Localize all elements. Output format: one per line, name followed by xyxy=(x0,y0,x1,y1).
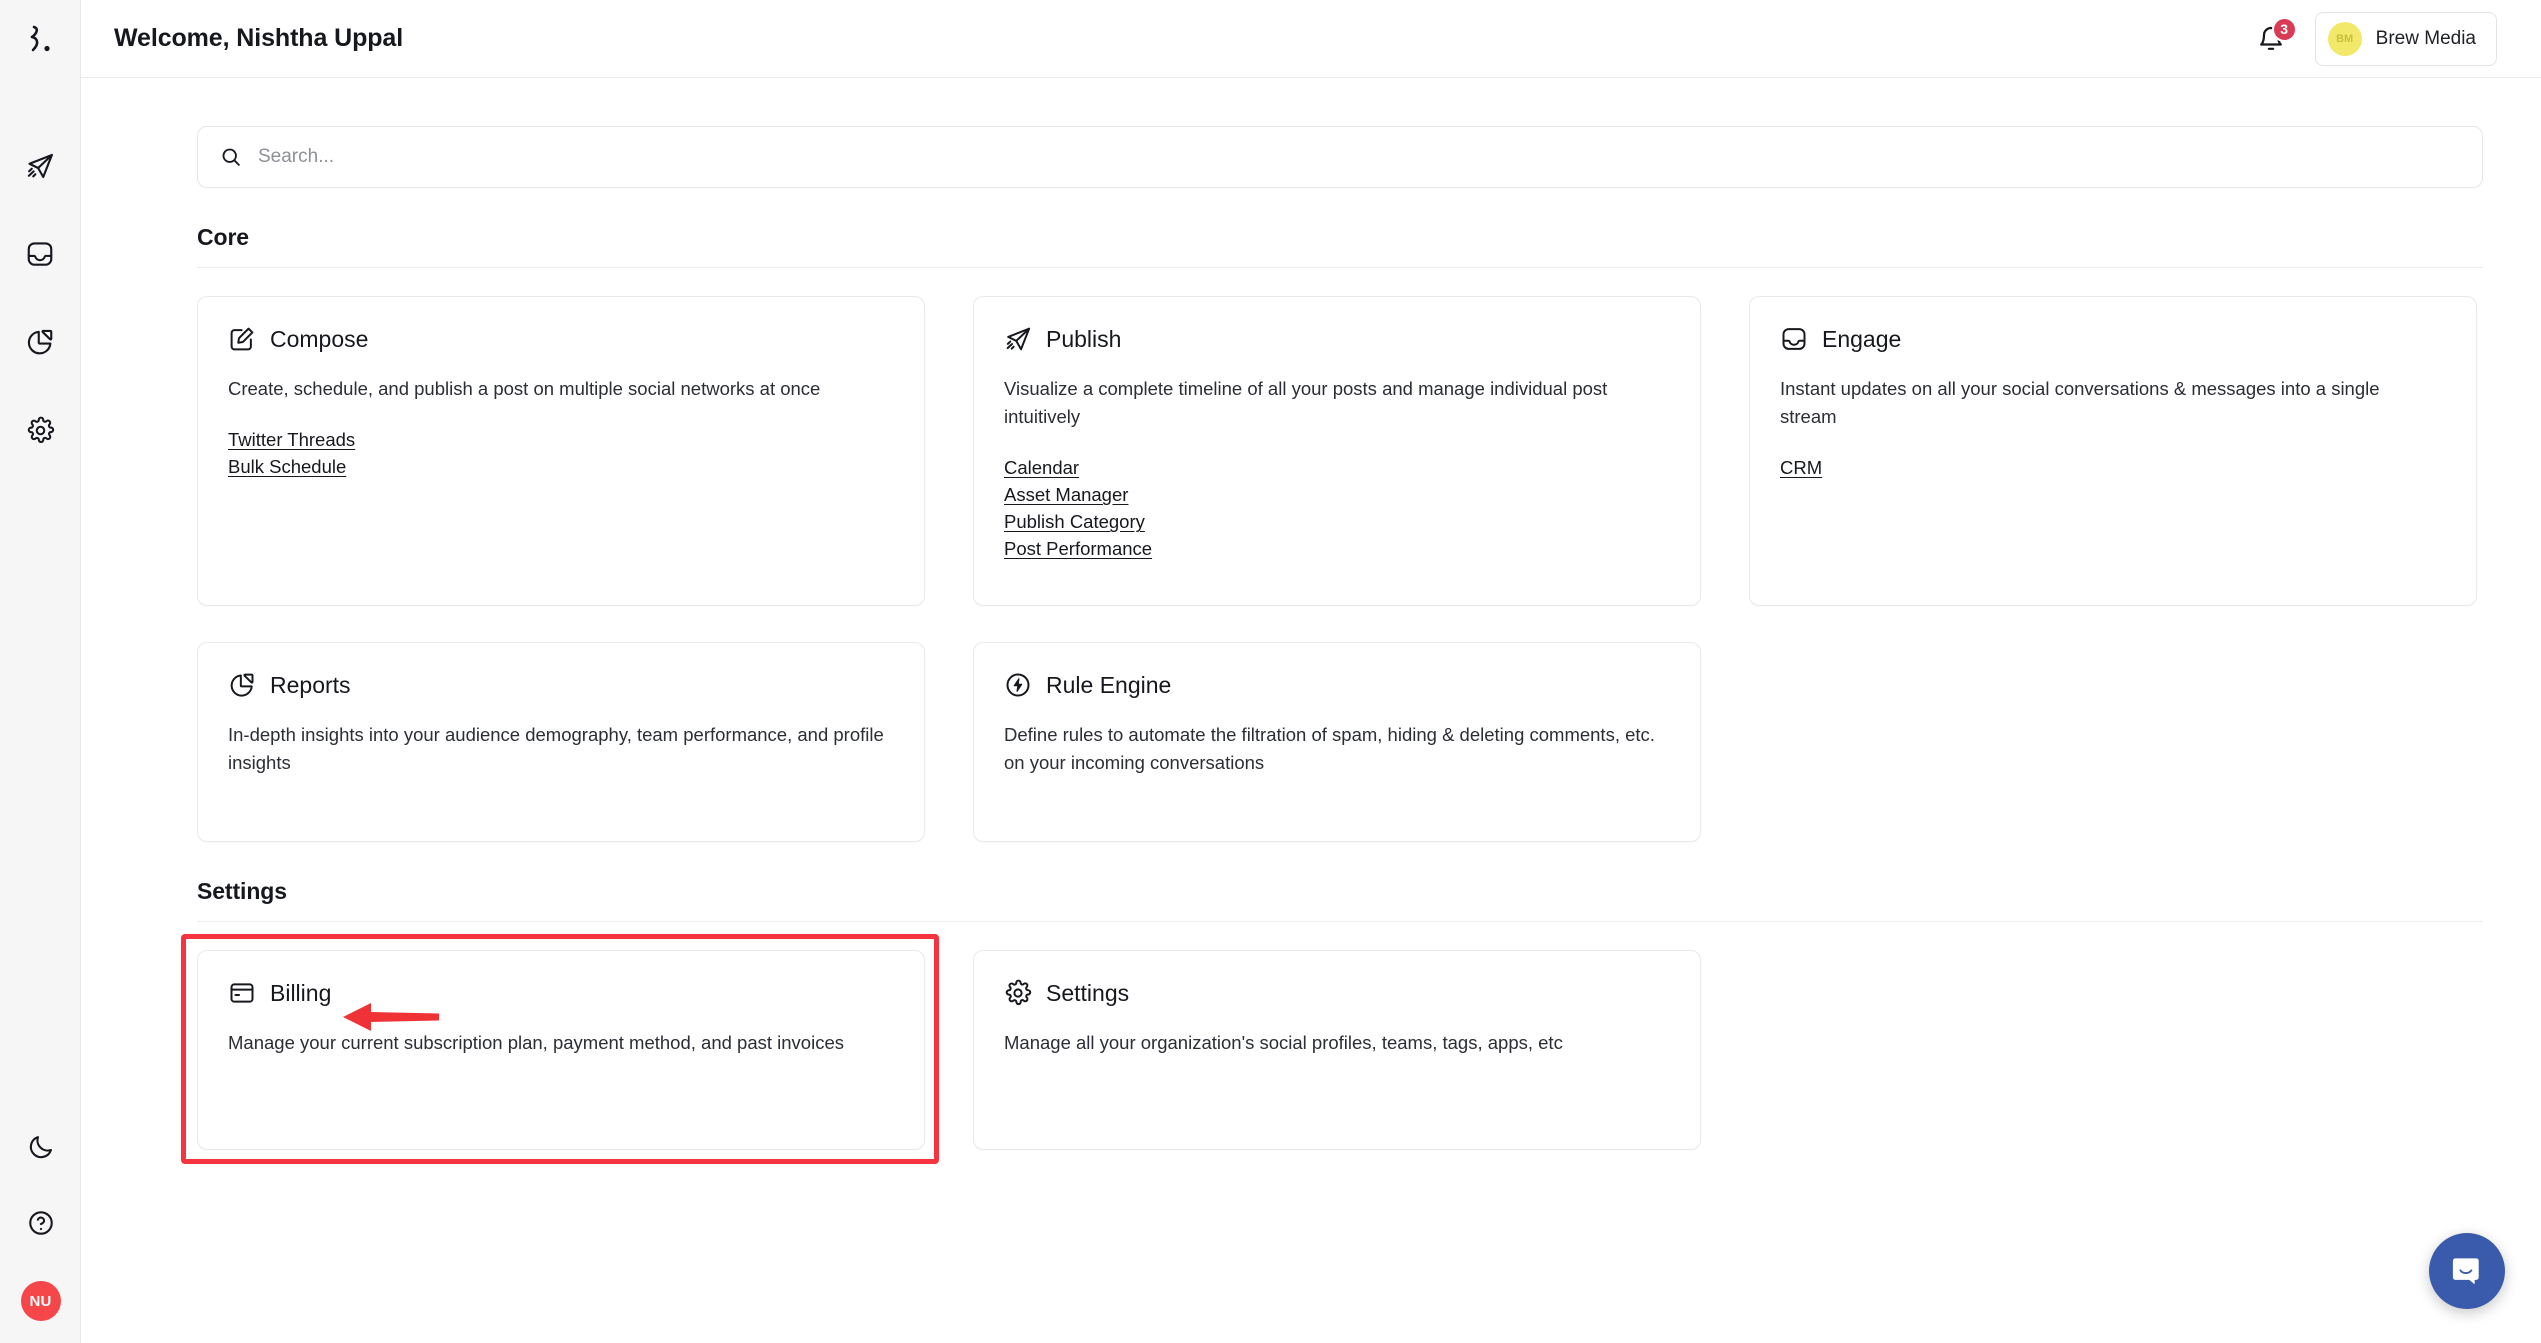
notifications-button[interactable]: 3 xyxy=(2253,16,2297,57)
chat-bubble-icon xyxy=(2452,1258,2479,1285)
page-content: Core Compose Create, schedule, and publi… xyxy=(81,78,2541,1164)
question-circle-icon xyxy=(28,1211,53,1235)
section-title-core: Core xyxy=(197,224,250,250)
link-calendar[interactable]: Calendar xyxy=(1004,457,1079,479)
billing-card-wrapper: Billing Manage your current subscription… xyxy=(181,934,939,1164)
card-header: Rule Engine xyxy=(1004,671,1670,699)
section-core: Core Compose Create, schedule, and publi… xyxy=(197,224,2483,842)
card-billing[interactable]: Billing Manage your current subscription… xyxy=(197,950,925,1150)
card-title: Settings xyxy=(1046,979,1130,1006)
top-header: Welcome, Nishtha Uppal 3 BM Brew Media xyxy=(81,0,2541,78)
pie-chart-icon xyxy=(230,673,254,697)
sidebar-item-help[interactable] xyxy=(17,1205,65,1241)
section-divider xyxy=(197,267,2483,268)
card-header: Billing xyxy=(228,979,894,1007)
settings-card-grid: Billing Manage your current subscription… xyxy=(181,934,2483,1164)
org-name: Brew Media xyxy=(2375,27,2476,49)
card-engage[interactable]: Engage Instant updates on all your socia… xyxy=(1749,296,2477,606)
card-compose[interactable]: Compose Create, schedule, and publish a … xyxy=(197,296,925,606)
header-right-group: 3 BM Brew Media xyxy=(2253,11,2497,66)
sidebar-item-reports[interactable] xyxy=(16,324,64,360)
card-title: Compose xyxy=(270,325,369,352)
global-search[interactable] xyxy=(197,126,2483,188)
gear-icon xyxy=(1005,979,1032,1006)
inbox-icon xyxy=(1782,328,1806,350)
sidebar-item-publish[interactable] xyxy=(16,148,64,184)
card-description: Define rules to automate the filtration … xyxy=(1004,724,1655,774)
card-title: Rule Engine xyxy=(1046,671,1172,698)
card-title: Billing xyxy=(270,979,332,1006)
paper-plane-icon xyxy=(1006,327,1031,351)
sidebar-item-settings[interactable] xyxy=(16,412,64,448)
link-twitter-threads[interactable]: Twitter Threads xyxy=(228,429,355,451)
gear-icon xyxy=(27,416,54,443)
link-publish-category[interactable]: Publish Category xyxy=(1004,511,1145,533)
card-header: Compose xyxy=(228,325,894,353)
left-sidebar: NU xyxy=(0,0,81,1343)
brand-brace-dot-logo-icon xyxy=(30,25,50,52)
link-bulk-schedule[interactable]: Bulk Schedule xyxy=(228,456,346,478)
card-settings[interactable]: Settings Manage all your organization's … xyxy=(973,950,1701,1150)
core-card-grid: Compose Create, schedule, and publish a … xyxy=(197,296,2483,842)
page-title: Welcome, Nishtha Uppal xyxy=(114,24,404,52)
card-description: Instant updates on all your social conve… xyxy=(1780,378,2380,428)
bolt-circle-icon xyxy=(1006,673,1030,697)
moon-icon xyxy=(29,1136,52,1159)
link-asset-manager[interactable]: Asset Manager xyxy=(1004,484,1128,506)
pie-chart-icon xyxy=(27,329,53,355)
link-post-performance[interactable]: Post Performance xyxy=(1004,538,1152,560)
link-crm[interactable]: CRM xyxy=(1780,457,1822,479)
edit-square-icon xyxy=(230,327,254,351)
search-input[interactable] xyxy=(258,146,2460,168)
card-header: Reports xyxy=(228,671,894,699)
card-description: Visualize a complete timeline of all you… xyxy=(1004,378,1608,428)
sidebar-bottom-group: NU xyxy=(0,1129,81,1321)
org-switcher[interactable]: BM Brew Media xyxy=(2314,11,2497,66)
card-description: Manage all your organization's social pr… xyxy=(1004,1032,1563,1053)
card-rule-engine[interactable]: Rule Engine Define rules to automate the… xyxy=(973,642,1701,842)
section-settings: Settings Billing Manage your current sub… xyxy=(181,878,2483,1164)
card-description: In-depth insights into your audience dem… xyxy=(228,724,884,774)
card-links: CRM xyxy=(1780,457,2446,479)
card-reports[interactable]: Reports In-depth insights into your audi… xyxy=(197,642,925,842)
main-area: Welcome, Nishtha Uppal 3 BM Brew Media S… xyxy=(81,0,2541,1343)
sidebar-nav xyxy=(16,148,64,448)
card-header: Settings xyxy=(1004,979,1670,1007)
paper-plane-icon xyxy=(27,153,53,179)
card-publish[interactable]: Publish Visualize a complete timeline of… xyxy=(973,296,1701,606)
notification-count-badge: 3 xyxy=(2271,16,2297,42)
inbox-icon xyxy=(27,242,53,266)
card-links: Twitter Threads Bulk Schedule xyxy=(228,429,894,478)
grid-spacer xyxy=(1749,950,2477,1150)
app-logo[interactable] xyxy=(0,0,81,78)
sidebar-item-dark-mode[interactable] xyxy=(17,1129,65,1165)
card-description: Create, schedule, and publish a post on … xyxy=(228,378,821,399)
app-root: NU Welcome, Nishtha Uppal 3 BM Brew Medi… xyxy=(0,0,2541,1343)
card-links: Calendar Asset Manager Publish Category … xyxy=(1004,457,1670,560)
card-header: Publish xyxy=(1004,325,1670,353)
org-avatar: BM xyxy=(2327,21,2362,56)
section-title-settings: Settings xyxy=(197,878,287,904)
grid-spacer xyxy=(1749,642,2477,842)
credit-card-icon xyxy=(230,983,254,1003)
search-icon xyxy=(222,148,240,166)
card-header: Engage xyxy=(1780,325,2446,353)
card-description: Manage your current subscription plan, p… xyxy=(228,1032,844,1053)
chat-launcher-button[interactable] xyxy=(2429,1233,2505,1309)
section-divider xyxy=(197,921,2483,922)
card-title: Reports xyxy=(270,671,351,698)
sidebar-item-inbox[interactable] xyxy=(16,236,64,272)
card-title: Publish xyxy=(1046,325,1122,352)
sidebar-user-avatar[interactable]: NU xyxy=(20,1281,61,1321)
card-title: Engage xyxy=(1822,325,1902,352)
